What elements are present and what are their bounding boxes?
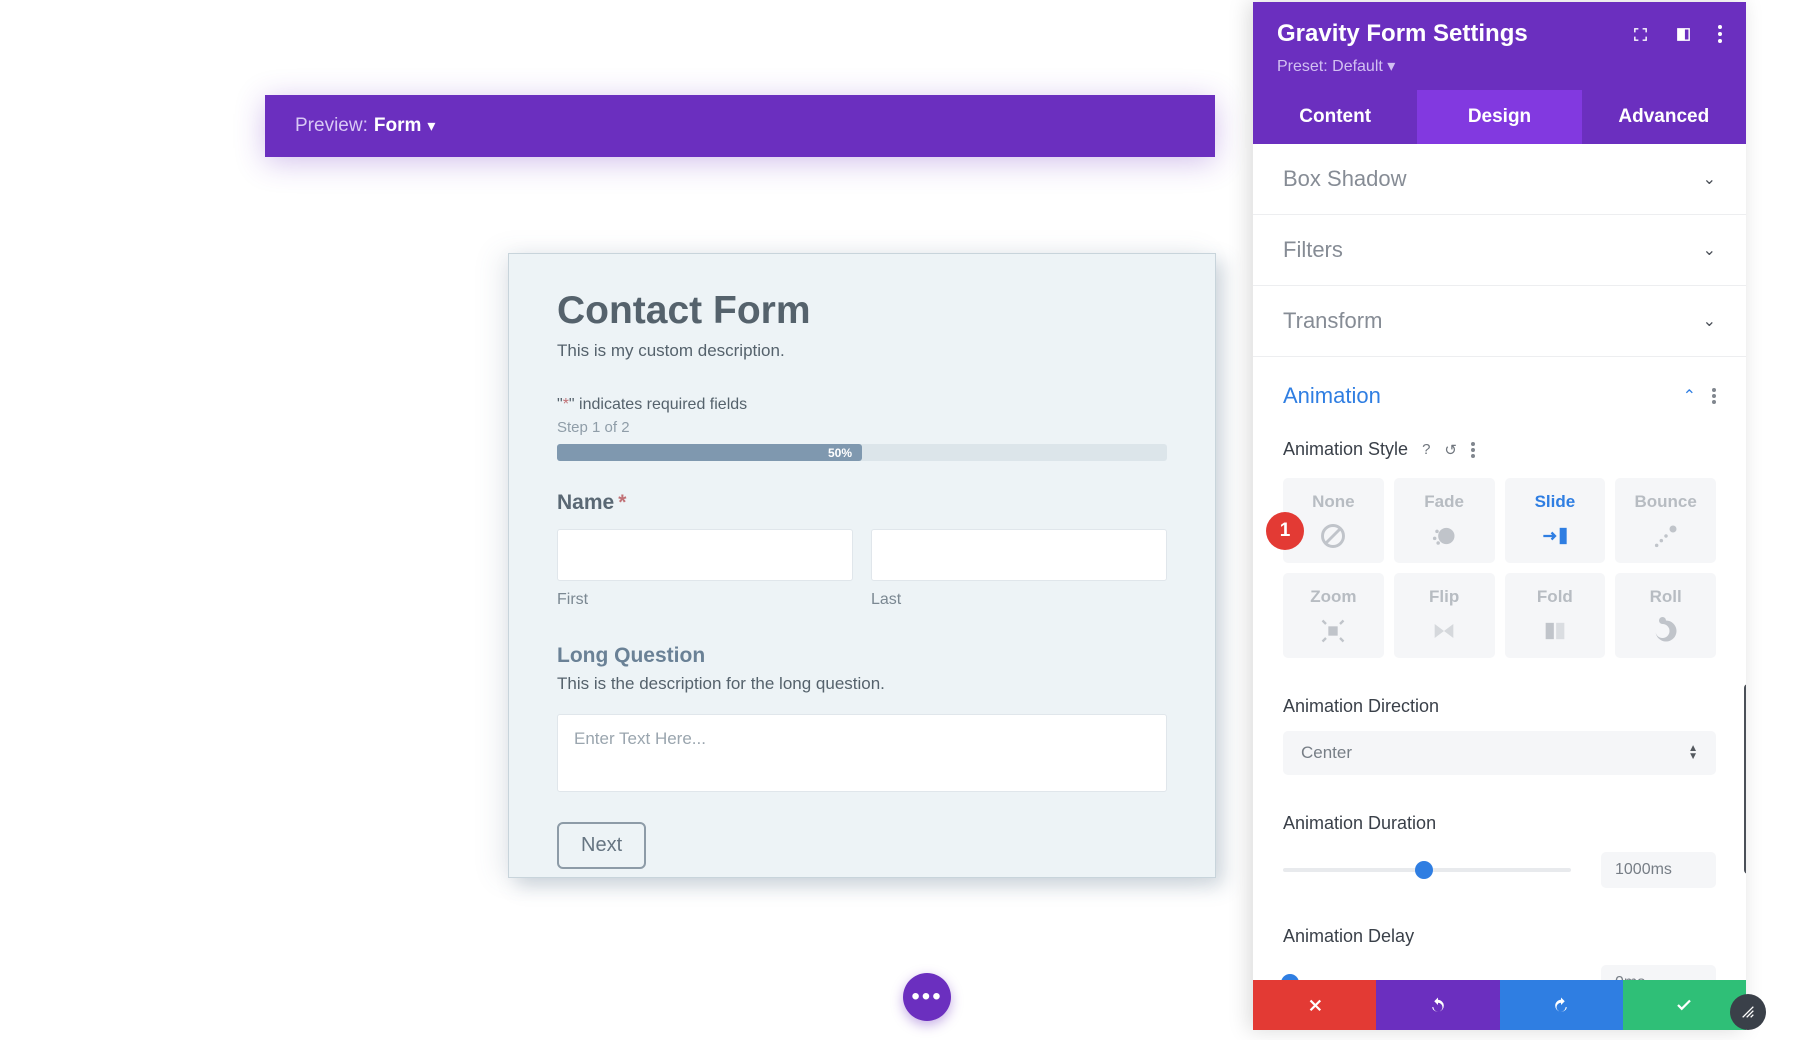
section-transform[interactable]: Transform ⌄ <box>1253 286 1746 357</box>
scrollbar-thumb[interactable] <box>1744 684 1746 874</box>
flip-icon <box>1430 617 1458 645</box>
chevron-down-icon: ⌄ <box>1703 311 1716 331</box>
resize-handle[interactable] <box>1730 994 1766 1030</box>
bounce-icon <box>1652 522 1680 550</box>
section-menu-icon[interactable] <box>1712 388 1716 404</box>
tab-content[interactable]: Content <box>1253 90 1417 144</box>
style-zoom[interactable]: Zoom <box>1283 573 1384 658</box>
style-bounce[interactable]: Bounce <box>1615 478 1716 563</box>
animation-title[interactable]: Animation <box>1283 383 1381 409</box>
undo-button[interactable] <box>1376 980 1499 1030</box>
last-name-sublabel: Last <box>871 591 1167 609</box>
preview-bar: Preview: Form ▾ <box>265 95 1215 157</box>
long-question-textarea[interactable]: Enter Text Here... <box>557 714 1167 792</box>
animation-style-grid: 1 None Fade Slide Bounce <box>1283 478 1716 658</box>
tab-design[interactable]: Design <box>1417 90 1581 144</box>
close-button[interactable] <box>1253 980 1376 1030</box>
caret-down-icon[interactable]: ▾ <box>427 116 435 136</box>
tabs: Content Design Advanced <box>1253 90 1746 144</box>
none-icon <box>1319 522 1347 550</box>
more-options-fab[interactable]: ••• <box>903 973 951 1021</box>
animation-direction-label: Animation Direction <box>1283 696 1716 717</box>
panel-body[interactable]: Box Shadow ⌄ Filters ⌄ Transform ⌄ Anima… <box>1253 144 1746 980</box>
style-roll[interactable]: Roll <box>1615 573 1716 658</box>
duration-slider[interactable] <box>1283 868 1571 872</box>
panel-footer <box>1253 980 1746 1030</box>
step-indicator: Step 1 of 2 <box>557 419 1167 436</box>
section-box-shadow[interactable]: Box Shadow ⌄ <box>1253 144 1746 215</box>
next-button[interactable]: Next <box>557 822 646 869</box>
save-button[interactable] <box>1623 980 1746 1030</box>
roll-icon <box>1652 617 1680 645</box>
style-slide[interactable]: Slide <box>1505 478 1606 563</box>
help-icon[interactable]: ? <box>1422 441 1430 458</box>
animation-duration-label: Animation Duration <box>1283 813 1716 834</box>
redo-button[interactable] <box>1500 980 1623 1030</box>
progress-percent: 50% <box>828 446 852 460</box>
asterisk-icon: * <box>618 491 626 515</box>
style-fade[interactable]: Fade <box>1394 478 1495 563</box>
preset-selector[interactable]: Preset: Default ▾ <box>1277 56 1722 76</box>
select-arrows-icon: ▲▼ <box>1688 745 1698 761</box>
required-fields-note: "*" indicates required fields <box>557 396 1167 414</box>
preview-label: Preview: <box>295 115 368 137</box>
fold-icon <box>1541 617 1569 645</box>
chevron-down-icon: ⌄ <box>1703 240 1716 260</box>
preview-value[interactable]: Form <box>374 115 422 137</box>
animation-style-label: Animation Style <box>1283 439 1408 460</box>
style-flip[interactable]: Flip <box>1394 573 1495 658</box>
style-fold[interactable]: Fold <box>1505 573 1606 658</box>
fade-icon <box>1430 522 1458 550</box>
last-name-input[interactable] <box>871 529 1167 581</box>
panel-title: Gravity Form Settings <box>1277 20 1528 48</box>
settings-panel: Gravity Form Settings Preset: Default ▾ … <box>1253 2 1746 1030</box>
zoom-icon <box>1319 617 1347 645</box>
chevron-up-icon[interactable]: ⌃ <box>1683 386 1696 406</box>
name-field-label: Name* <box>557 491 1167 515</box>
section-filters[interactable]: Filters ⌄ <box>1253 215 1746 286</box>
focus-icon[interactable] <box>1632 26 1649 43</box>
form-preview: Contact Form This is my custom descripti… <box>508 253 1216 878</box>
form-title: Contact Form <box>557 289 1167 333</box>
first-name-sublabel: First <box>557 591 853 609</box>
panel-menu-icon[interactable] <box>1718 25 1722 43</box>
section-animation: Animation ⌃ Animation Style ? ↺ 1 None <box>1253 357 1746 980</box>
annotation-badge-1: 1 <box>1266 512 1304 550</box>
long-question-label: Long Question <box>557 644 1167 668</box>
reset-icon[interactable]: ↺ <box>1444 441 1457 459</box>
delay-value[interactable]: 0ms <box>1601 965 1716 980</box>
first-name-input[interactable] <box>557 529 853 581</box>
tab-advanced[interactable]: Advanced <box>1582 90 1746 144</box>
animation-delay-label: Animation Delay <box>1283 926 1716 947</box>
progress-bar: 50% <box>557 444 1167 461</box>
animation-direction-select[interactable]: Center ▲▼ <box>1283 731 1716 775</box>
slide-icon <box>1541 522 1569 550</box>
slider-thumb[interactable] <box>1415 861 1433 879</box>
dock-icon[interactable] <box>1675 26 1692 43</box>
chevron-down-icon: ⌄ <box>1703 169 1716 189</box>
option-menu-icon[interactable] <box>1471 442 1475 458</box>
slider-thumb[interactable] <box>1281 974 1299 980</box>
long-question-description: This is the description for the long que… <box>557 674 1167 694</box>
panel-header: Gravity Form Settings Preset: Default ▾ <box>1253 2 1746 90</box>
form-description: This is my custom description. <box>557 341 1167 361</box>
progress-fill: 50% <box>557 444 862 461</box>
duration-value[interactable]: 1000ms <box>1601 852 1716 888</box>
